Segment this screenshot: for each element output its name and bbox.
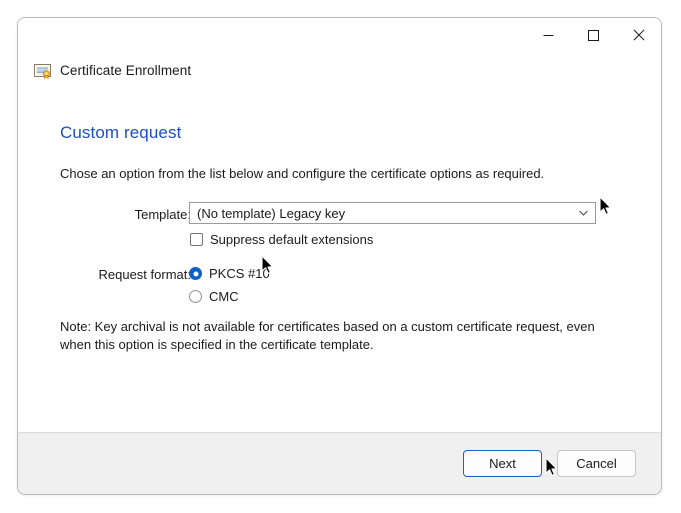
certificate-enrollment-window: Certificate Enrollment Custom request Ch… <box>17 17 662 495</box>
checkbox-box <box>190 233 203 246</box>
radio-cmc-indicator <box>189 290 202 303</box>
window-controls <box>526 18 661 54</box>
suppress-default-extensions-checkbox[interactable]: Suppress default extensions <box>190 232 373 247</box>
next-button[interactable]: Next <box>463 450 542 477</box>
title-bar <box>18 18 661 54</box>
radio-pkcs10-indicator <box>189 267 202 280</box>
page-title: Custom request <box>60 123 182 142</box>
app-title: Certificate Enrollment <box>60 63 192 78</box>
request-format-label: Request format: <box>98 267 192 282</box>
footer-bar: Next Cancel <box>18 432 661 494</box>
chevron-down-icon <box>579 210 588 216</box>
app-header: Certificate Enrollment <box>34 62 191 79</box>
radio-cmc[interactable]: CMC <box>189 289 239 304</box>
close-button[interactable] <box>616 18 661 52</box>
close-icon <box>632 29 645 41</box>
content-area: Custom request Chose an option from the … <box>18 90 661 433</box>
radio-cmc-label: CMC <box>209 289 239 304</box>
template-combobox[interactable]: (No template) Legacy key <box>189 202 596 224</box>
radio-pkcs10-label: PKCS #10 <box>209 266 270 281</box>
radio-pkcs10[interactable]: PKCS #10 <box>189 266 270 281</box>
screenshot-root: Certificate Enrollment Custom request Ch… <box>0 0 681 513</box>
template-value: (No template) Legacy key <box>197 205 346 221</box>
minimize-button[interactable] <box>526 18 571 52</box>
template-label: Template: <box>134 207 191 222</box>
certificate-icon <box>34 64 51 79</box>
maximize-button[interactable] <box>571 18 616 52</box>
maximize-icon <box>588 29 599 41</box>
suppress-default-extensions-label: Suppress default extensions <box>210 232 374 247</box>
minimize-icon <box>543 34 554 36</box>
note-text: Note: Key archival is not available for … <box>60 319 595 352</box>
cancel-button[interactable]: Cancel <box>557 450 636 477</box>
intro-text: Chose an option from the list below and … <box>60 166 545 181</box>
